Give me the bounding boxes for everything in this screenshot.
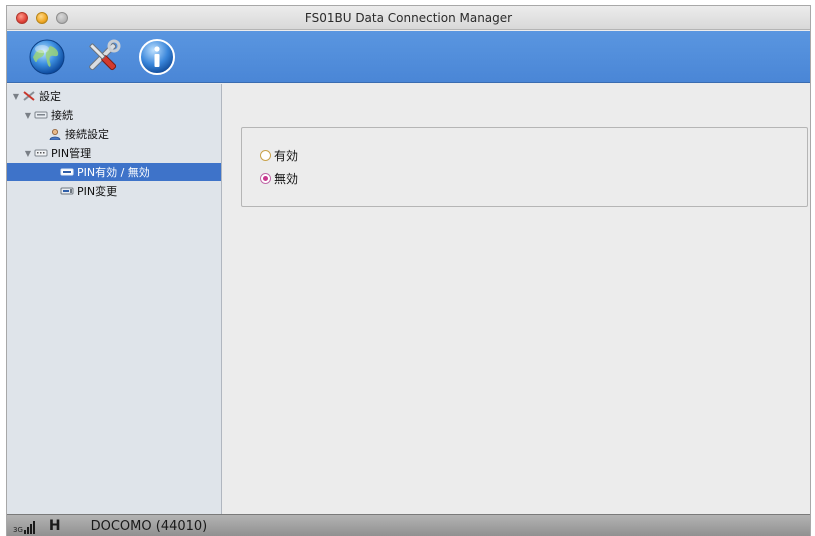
disclosure-triangle-icon[interactable]: ▼: [23, 149, 33, 158]
connection-icon: [33, 109, 49, 121]
radio-button[interactable]: [260, 150, 271, 161]
tree-item-label: PIN管理: [51, 147, 92, 160]
pin-card-icon: [59, 166, 75, 178]
title-bar: FS01BU Data Connection Manager: [7, 6, 810, 30]
globe-icon: [29, 39, 65, 75]
radio-option-enabled[interactable]: 有効: [260, 147, 298, 164]
tree-item-label: 設定: [39, 90, 61, 103]
tools-icon: [89, 39, 121, 71]
main-panel: 有効 無効: [223, 84, 810, 514]
tree-item-settings[interactable]: ▼ 設定: [7, 87, 221, 105]
user-icon: [47, 128, 63, 140]
settings-button[interactable]: [83, 37, 123, 77]
tree-item-label: PIN有効 / 無効: [77, 166, 150, 179]
radio-label: 無効: [274, 172, 299, 186]
radio-button[interactable]: [260, 173, 271, 184]
connect-button[interactable]: [27, 37, 67, 77]
disclosure-triangle-icon[interactable]: ▼: [11, 92, 21, 101]
radio-label: 有効: [274, 149, 299, 163]
status-bar: 3G H DOCOMO (44010): [7, 514, 810, 536]
carrier-name: DOCOMO (44010): [90, 518, 208, 534]
pin-card-icon: [59, 185, 75, 197]
radio-option-disabled[interactable]: 無効: [260, 170, 298, 187]
signal-strength: 3G: [13, 518, 35, 534]
network-type-label: 3G: [13, 526, 23, 534]
info-icon: [139, 39, 175, 75]
window-title: FS01BU Data Connection Manager: [304, 11, 513, 25]
tree-item-pin-enable-disable[interactable]: PIN有効 / 無効: [7, 163, 221, 181]
sidebar-tree: ▼ 設定 ▼ 接続 接続設定 ▼ PIN管理 PIN有効 / 無効 PIN変更: [7, 84, 222, 514]
tree-item-label: 接続: [51, 109, 73, 122]
tree-item-label: PIN変更: [77, 185, 118, 198]
pin-setting-group: 有効 無効: [241, 127, 808, 207]
network-mode: H: [48, 518, 61, 534]
tree-item-connection-settings[interactable]: 接続設定: [7, 125, 221, 143]
info-button[interactable]: [137, 37, 177, 77]
app-window: FS01BU Data Connection Manager ▼ 設定 ▼ 接続…: [6, 5, 811, 536]
pin-card-icon: [33, 147, 49, 159]
disclosure-triangle-icon[interactable]: ▼: [23, 111, 33, 120]
tree-item-pin-management[interactable]: ▼ PIN管理: [7, 144, 221, 162]
tree-item-label: 接続設定: [65, 128, 109, 141]
tree-item-pin-change[interactable]: PIN変更: [7, 182, 221, 200]
tools-icon: [21, 90, 37, 102]
toolbar: [7, 31, 810, 83]
signal-bars-icon: [23, 521, 35, 534]
tree-item-connection[interactable]: ▼ 接続: [7, 106, 221, 124]
